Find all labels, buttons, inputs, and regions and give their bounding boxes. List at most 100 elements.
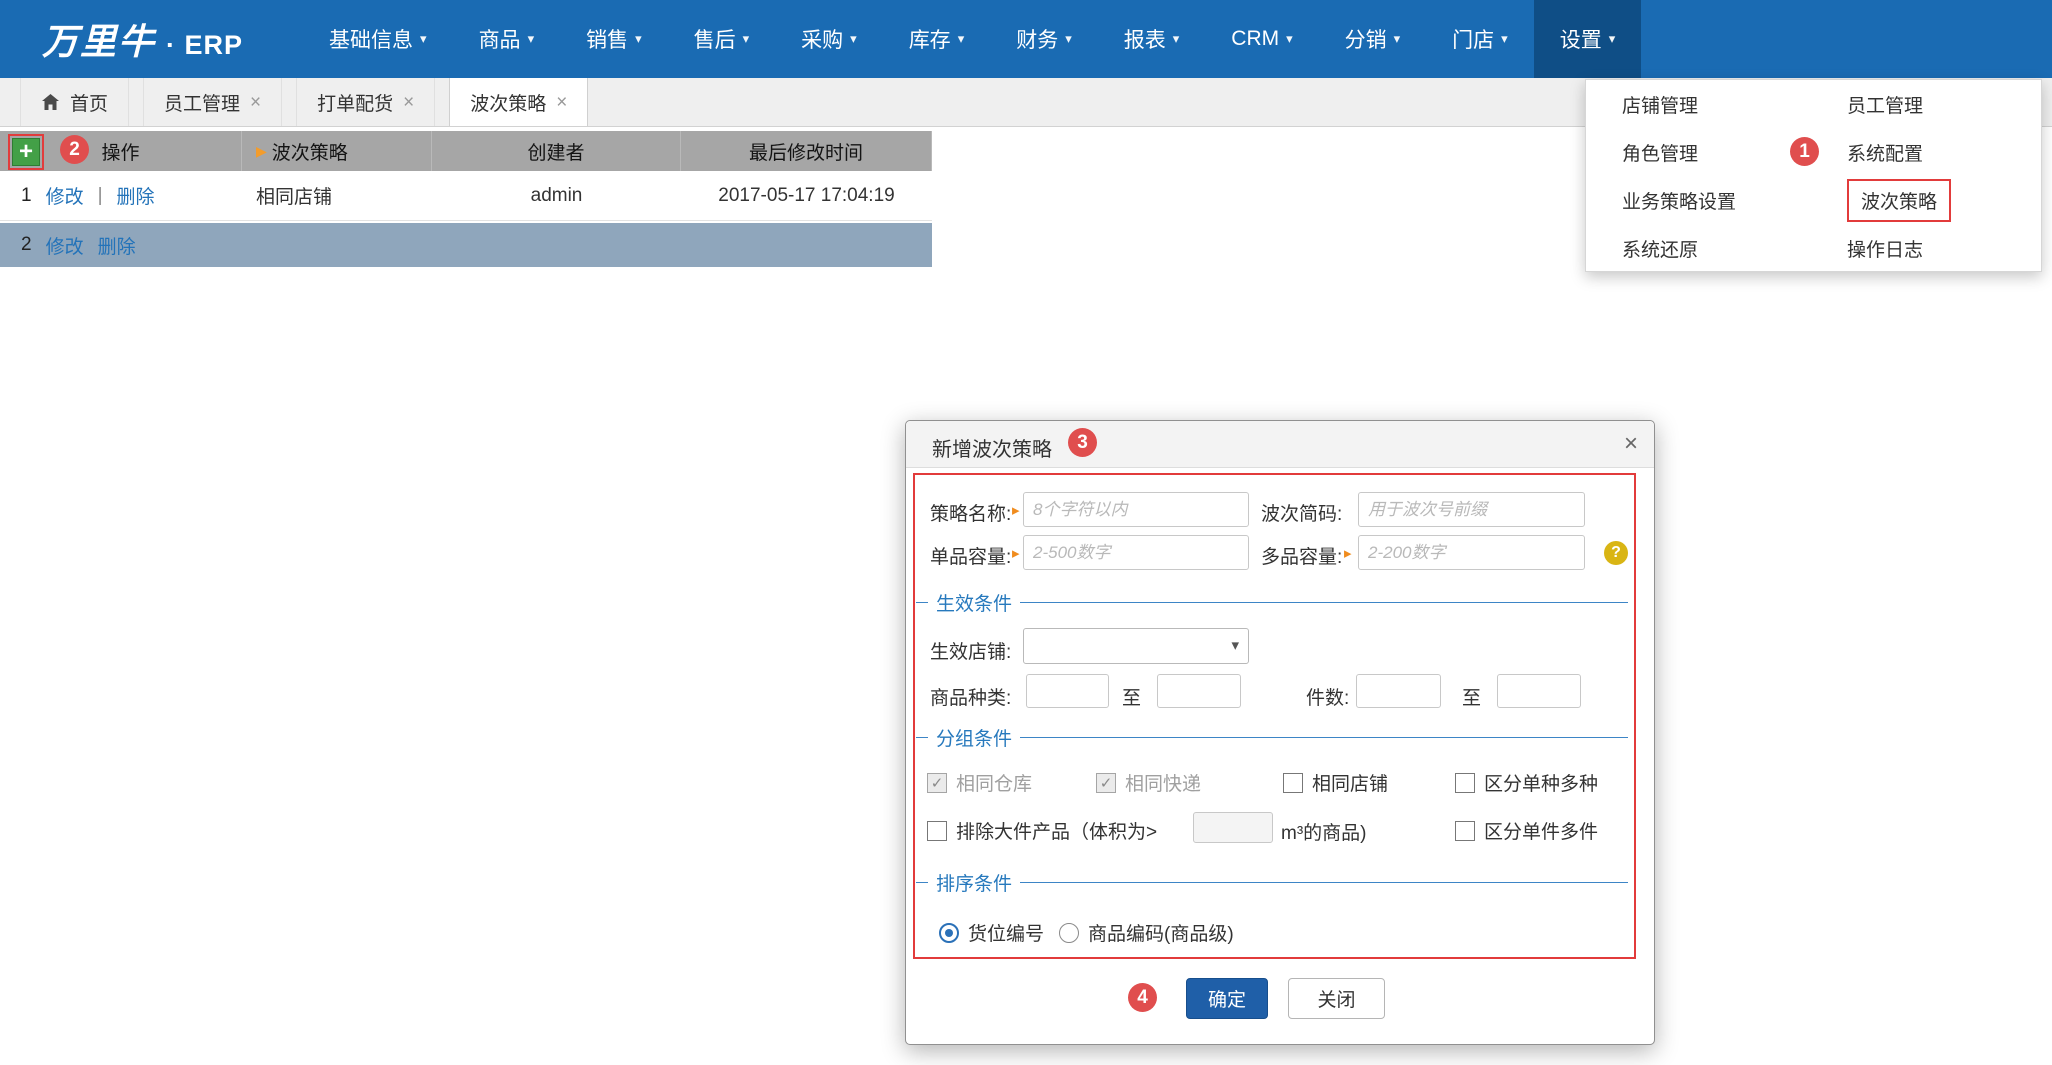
batch-code-label: 波次简码: [1261,504,1343,525]
nav-item-inventory[interactable]: 库存 ▾ [883,0,991,78]
close-icon[interactable]: × [250,93,261,112]
effective-shop-label: 生效店铺: [930,642,1012,663]
checkbox-exclude-large-products[interactable]: 排除大件产品（体积为> [927,817,1157,844]
chevron-down-icon: ▾ [420,31,427,46]
menu-item-shop-mgmt[interactable]: 店铺管理 [1622,91,1698,118]
piece-count-max-input[interactable] [1497,674,1581,708]
nav-item-sales[interactable]: 销售 ▾ [560,0,668,78]
section-sorting-conditions: 排序条件 [916,869,1628,896]
piece-count-min-input[interactable] [1356,674,1441,708]
tab-employee-mgmt[interactable]: 员工管理 × [143,78,283,126]
to-label: 至 [1462,688,1482,709]
checkbox-icon [1455,820,1475,841]
menu-item-employee-mgmt[interactable]: 员工管理 [1847,91,1923,118]
dialog-title: 新增波次策略 [932,439,1052,461]
tab-label: 打单配货 [317,93,394,115]
nav-item-after-sales[interactable]: 售后 ▾ [668,0,776,78]
checkbox-same-shop[interactable]: 相同店铺 [1283,769,1388,796]
add-strategy-button[interactable]: + [12,138,40,166]
confirm-button[interactable]: 确定 [1186,978,1268,1019]
chevron-down-icon: ▾ [1286,31,1293,46]
tab-home[interactable]: 首页 [20,78,130,126]
strategy-table: 操作 ▶ 波次策略 创建者 最后修改时间 1 修改 | 删除 相同店铺 admi… [0,131,932,267]
row-index: 2 [21,234,32,255]
annotation-badge-3: 3 [1068,428,1097,457]
chevron-down-icon: ▾ [742,31,750,46]
volume-unit-suffix: m³的商品) [1281,823,1367,844]
settings-dropdown-menu: 店铺管理 员工管理 角色管理 系统配置 业务策略设置 波次策略 系统还原 操作日… [1585,79,2042,272]
cell-creator: admin [530,184,583,206]
multi-capacity-input[interactable] [1358,535,1585,570]
tab-label: 首页 [70,93,109,115]
nav-item-stores[interactable]: 门店 ▾ [1426,0,1534,78]
edit-link[interactable]: 修改 [46,232,84,259]
checkbox-icon [927,820,947,841]
help-icon[interactable]: ? [1604,541,1628,565]
single-capacity-input[interactable] [1023,535,1249,570]
chevron-down-icon: ▾ [1501,31,1508,46]
radio-icon [939,922,959,943]
nav-item-reports[interactable]: 报表 ▾ [1098,0,1206,78]
product-kinds-min-input[interactable] [1026,674,1109,708]
annotation-box-wave-strategy[interactable]: 波次策略 [1847,178,1952,222]
section-title: 分组条件 [936,729,1013,750]
piece-count-label: 件数: [1306,688,1350,709]
strategy-name-label: 策略名称: [930,504,1012,525]
tab-wave-strategy[interactable]: 波次策略 × [449,78,589,126]
checkbox-same-warehouse[interactable]: 相同仓库 [927,769,1032,796]
product-kinds-max-input[interactable] [1157,674,1241,708]
annotation-badge-4: 4 [1128,983,1157,1012]
main-menu: 基础信息 ▾ 商品 ▾ 销售 ▾ 售后 ▾ 采购 ▾ 库存 ▾ 财务 ▾ 报表 ▾ CRM ▾ 分… [303,0,1642,78]
nav-item-finance[interactable]: 财务 ▾ [990,0,1098,78]
header-strategy: ▶ 波次策略 [242,131,432,171]
menu-item-business-strategy[interactable]: 业务策略设置 [1622,187,1736,214]
nav-item-crm[interactable]: CRM ▾ [1205,0,1318,78]
section-title: 生效条件 [936,594,1013,615]
product-kinds-label: 商品种类: [930,688,1012,709]
menu-item-system-restore[interactable]: 系统还原 [1622,235,1698,262]
nav-item-products[interactable]: 商品 ▾ [453,0,561,78]
menu-item-role-mgmt[interactable]: 角色管理 [1622,139,1698,166]
strategy-name-input[interactable] [1023,492,1249,527]
tab-print-dispatch[interactable]: 打单配货 × [296,78,436,126]
nav-item-distribution[interactable]: 分销 ▾ [1319,0,1427,78]
logo-suffix: · ERP [166,30,244,60]
radio-product-code[interactable]: 商品编码(商品级) [1059,919,1234,946]
chevron-down-icon: ▾ [1608,31,1616,46]
chevron-down-icon: ▾ [1393,31,1401,46]
table-row[interactable]: 1 修改 | 删除 相同店铺 admin 2017-05-17 17:04:19 [0,171,932,221]
nav-item-base-info[interactable]: 基础信息 ▾ [303,0,453,78]
checkbox-icon [1096,772,1116,793]
menu-item-operation-log[interactable]: 操作日志 [1847,235,1923,262]
delete-link[interactable]: 删除 [98,232,136,259]
radio-bin-number[interactable]: 货位编号 [939,919,1044,946]
annotation-box-add-button: + [8,134,44,170]
checkbox-icon [927,772,947,793]
checkbox-distinguish-single-multi-kind[interactable]: 区分单种多种 [1455,769,1598,796]
nav-item-purchase[interactable]: 采购 ▾ [775,0,883,78]
batch-code-input[interactable] [1358,492,1585,527]
menu-item-system-config[interactable]: 系统配置 [1847,139,1923,166]
edit-link[interactable]: 修改 [46,182,84,209]
table-row-selected[interactable]: 2 修改 删除 [0,221,932,267]
chevron-down-icon: ▾ [957,31,965,46]
header-modified: 最后修改时间 [681,131,932,171]
close-icon[interactable]: × [556,93,567,112]
checkbox-distinguish-single-multi-piece[interactable]: 区分单件多件 [1455,817,1598,844]
close-icon[interactable]: × [403,93,414,112]
chevron-down-icon: ▾ [527,31,535,46]
effective-shop-select[interactable]: ▾ [1023,628,1249,664]
sort-arrow-icon: ▶ [256,142,267,159]
multi-capacity-label: 多品容量: [1261,547,1343,568]
delete-link[interactable]: 删除 [117,182,155,209]
checkbox-same-courier[interactable]: 相同快递 [1096,769,1201,796]
checkbox-icon [1283,772,1303,793]
volume-threshold-input[interactable] [1193,812,1273,843]
tab-label: 员工管理 [164,93,241,115]
close-icon[interactable]: × [1624,430,1638,458]
menu-item-wave-strategy[interactable]: 波次策略 [1847,178,1952,222]
annotation-badge-2: 2 [60,135,89,164]
nav-item-settings[interactable]: 设置 ▾ [1533,0,1642,78]
cancel-button[interactable]: 关闭 [1288,978,1385,1019]
row-index: 1 [21,184,32,206]
